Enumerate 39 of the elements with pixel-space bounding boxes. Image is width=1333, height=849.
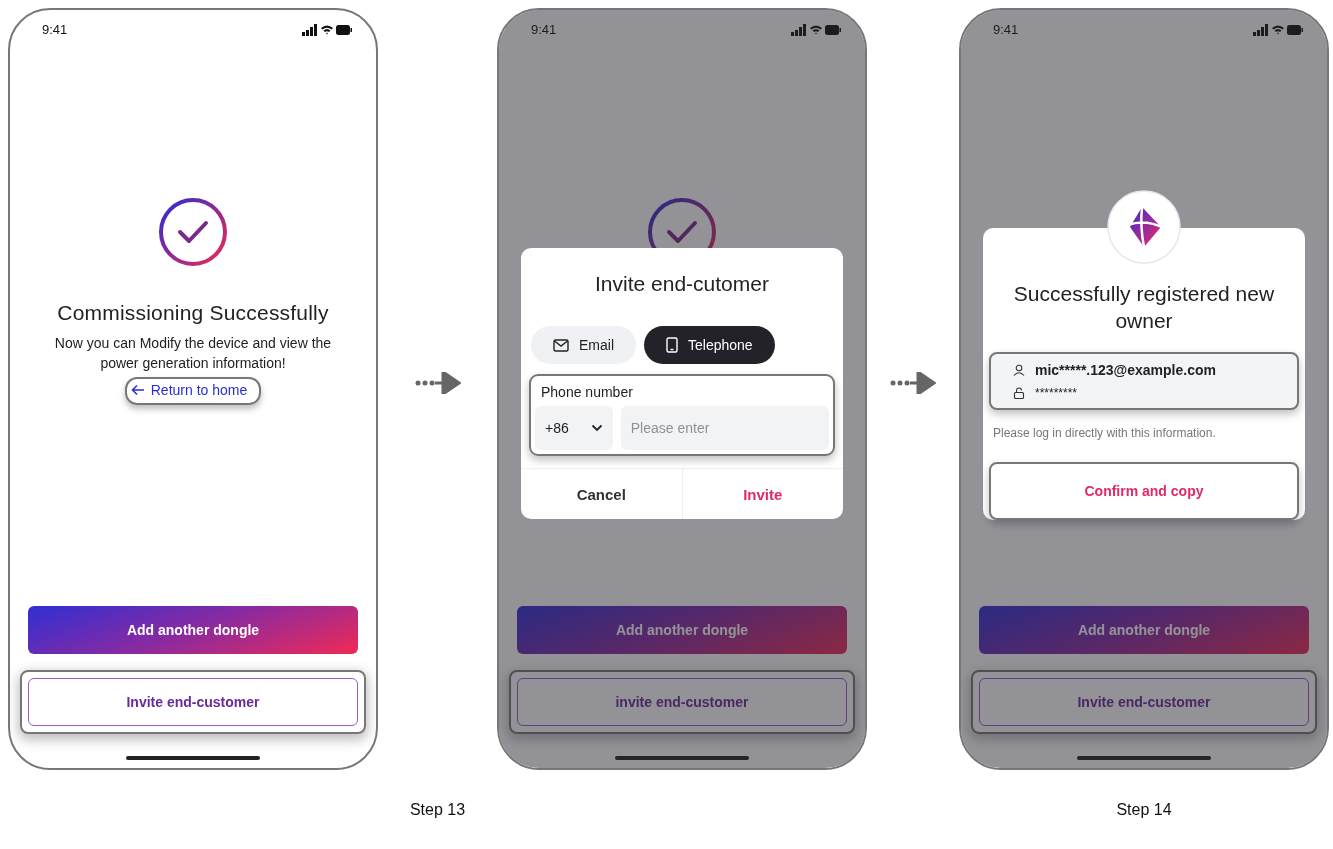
status-time: 9:41	[531, 22, 557, 37]
confirm-copy-button[interactable]: Confirm and copy	[989, 462, 1299, 520]
contact-method-tab[interactable]: Email	[531, 326, 636, 364]
flow-arrow-icon	[414, 372, 461, 394]
invite-customer-button[interactable]: Invite end-customer	[28, 678, 358, 726]
add-dongle-button[interactable]: Add another dongle	[979, 606, 1309, 654]
arrow-left-icon	[130, 384, 145, 396]
step-label: Step 14	[1116, 801, 1172, 819]
cancel-button[interactable]: Cancel	[521, 469, 682, 519]
flow-arrow-icon	[890, 372, 936, 394]
invite-customer-button[interactable]: invite end-customer	[517, 678, 847, 726]
phone-icon	[666, 337, 678, 353]
user-icon	[1013, 364, 1025, 376]
success-check-icon	[158, 197, 228, 267]
dialog-title: Invite end-cutomer	[594, 272, 770, 296]
lock-icon	[1013, 387, 1025, 399]
username-text: mic*****.123@example.com	[1035, 362, 1216, 378]
success-title: Commissioning Successfully	[57, 301, 329, 325]
password-text: *********	[1035, 386, 1078, 400]
status-time: 9:41	[42, 22, 68, 37]
status-icons	[1253, 23, 1303, 36]
step-label: Step 13	[409, 801, 466, 819]
country-code-select[interactable]: +86	[535, 406, 613, 450]
status-icons	[791, 23, 841, 36]
invite-button[interactable]: Invite	[681, 469, 843, 519]
status-icons	[302, 23, 352, 36]
status-time: 9:41	[993, 22, 1019, 37]
field-label: Phone number	[540, 384, 634, 400]
success-message: Now you can Modify the device and view the power generation information!	[53, 334, 333, 373]
dialog-title: Successfully registered new owner	[1012, 281, 1276, 334]
contact-method-tab[interactable]: Telephone	[644, 326, 775, 364]
add-dongle-button[interactable]: Add another dongle	[517, 606, 847, 654]
return-home-link[interactable]: Return to home	[124, 377, 262, 405]
add-dongle-button[interactable]: Add another dongle	[28, 606, 358, 654]
login-note: Please log in directly with this information.	[993, 426, 1217, 440]
phone-input[interactable]: Please enter	[620, 406, 829, 450]
mail-icon	[553, 338, 569, 352]
invite-customer-button[interactable]: Invite end-customer	[979, 678, 1309, 726]
chevron-down-icon	[590, 424, 603, 432]
